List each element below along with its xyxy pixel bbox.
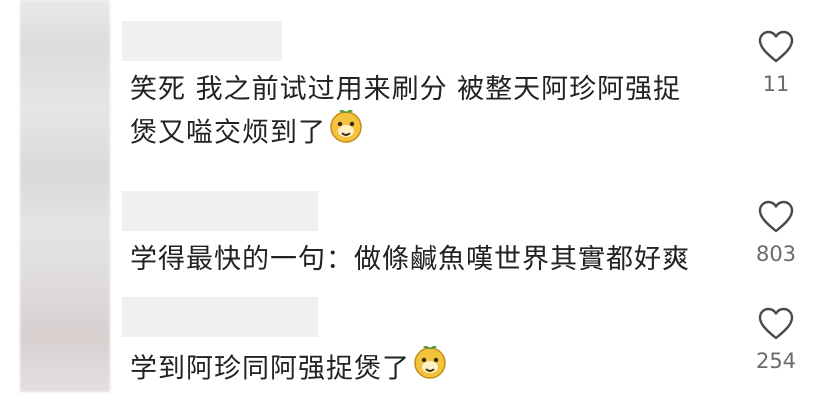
username-placeholder[interactable] (122, 191, 318, 231)
comment-text-segment: 煲又嗌交烦到了 (130, 117, 326, 149)
comment-3-body: 学到阿珍同阿强捉煲了 (122, 343, 722, 394)
comment-text: 笑死 我之前试过用来刷分 被整天阿珍阿强捉 煲又嗌交烦到了 (122, 70, 722, 158)
like-count: 803 (755, 242, 797, 266)
like-button-3[interactable]: 254 (745, 307, 807, 373)
comment-text-line: 学得最快的一句：做條鹹魚嘆世界其實都好爽 (130, 244, 690, 275)
heart-icon[interactable] (758, 30, 794, 64)
avatar-column (20, 0, 110, 392)
comment-list: 笑死 我之前试过用来刷分 被整天阿珍阿强捉 煲又嗌交烦到了 11 学得最快的一句… (0, 0, 828, 411)
like-count: 254 (755, 349, 797, 373)
heart-icon[interactable] (758, 307, 794, 341)
comment-text: 学到阿珍同阿强捉煲了 (122, 343, 722, 394)
username-placeholder[interactable] (122, 297, 318, 337)
heart-icon[interactable] (758, 200, 794, 234)
like-count: 11 (762, 72, 790, 96)
comment-2 (122, 191, 722, 245)
like-button-1[interactable]: 11 (745, 30, 807, 96)
like-button-2[interactable]: 803 (745, 200, 807, 266)
comment-text: 学得最快的一句：做條鹹魚嘆世界其實都好爽 (122, 240, 722, 280)
smiling-dog-face-icon (328, 107, 364, 155)
comment-2-body: 学得最快的一句：做條鹹魚嘆世界其實都好爽 (122, 240, 722, 280)
smiling-dog-face-icon (412, 343, 448, 391)
comment-text-line: 煲又嗌交烦到了 (130, 107, 722, 158)
comment-1 (122, 21, 722, 75)
comment-1-body: 笑死 我之前试过用来刷分 被整天阿珍阿强捉 煲又嗌交烦到了 (122, 70, 722, 158)
comment-text-line: 笑死 我之前试过用来刷分 被整天阿珍阿强捉 (130, 74, 682, 105)
username-placeholder[interactable] (122, 21, 282, 61)
comment-text-segment: 学到阿珍同阿强捉煲了 (130, 353, 410, 385)
comment-text-line: 学到阿珍同阿强捉煲了 (130, 343, 722, 394)
